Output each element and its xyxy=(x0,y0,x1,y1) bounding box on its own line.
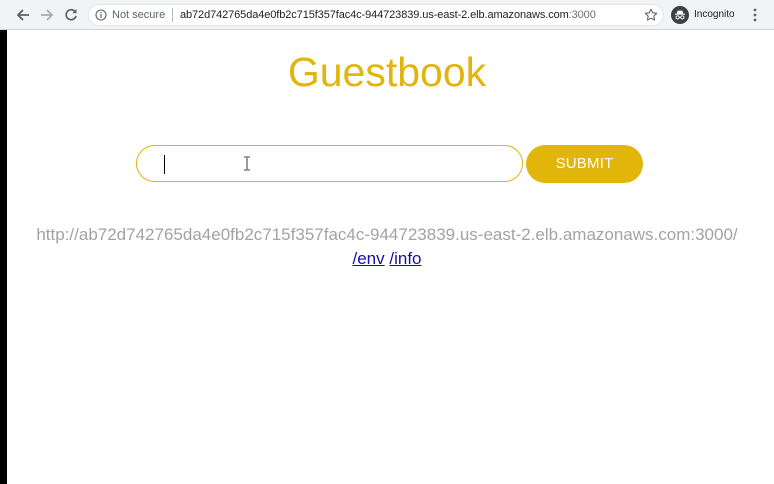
browser-window: Not secure ab72d742765da4e0fb2c715f357fa… xyxy=(0,0,774,484)
menu-icon[interactable] xyxy=(750,7,760,23)
env-link[interactable]: /env xyxy=(352,249,384,268)
back-button[interactable] xyxy=(12,4,34,26)
star-icon[interactable] xyxy=(644,8,658,22)
text-caret xyxy=(164,155,165,174)
address-divider xyxy=(172,8,173,22)
host-url: http://ab72d742765da4e0fb2c715f357fac4c-… xyxy=(36,225,738,244)
info-link[interactable]: /info xyxy=(389,249,421,268)
reload-button[interactable] xyxy=(60,4,82,26)
forward-icon xyxy=(41,9,54,21)
browser-toolbar: Not secure ab72d742765da4e0fb2c715f357fa… xyxy=(0,0,774,30)
incognito-icon[interactable] xyxy=(671,6,689,24)
info-icon[interactable] xyxy=(95,9,107,21)
ibeam-cursor-icon xyxy=(244,156,250,171)
submit-button[interactable]: SUBMIT xyxy=(526,145,643,183)
url-host: ab72d742765da4e0fb2c715f357fac4c-9447238… xyxy=(180,9,569,21)
reload-icon xyxy=(65,8,77,21)
back-icon xyxy=(16,9,29,21)
page-links: /env /info xyxy=(0,249,774,269)
guestbook-entry-input[interactable] xyxy=(136,145,523,182)
forward-button[interactable] xyxy=(36,4,58,26)
url-port: :3000 xyxy=(568,9,596,21)
address-bar[interactable]: Not secure ab72d742765da4e0fb2c715f357fa… xyxy=(88,4,664,26)
incognito-label[interactable]: Incognito xyxy=(694,8,735,21)
security-status[interactable]: Not secure xyxy=(112,8,165,22)
page-title: Guestbook xyxy=(287,49,487,95)
url-text[interactable]: ab72d742765da4e0fb2c715f357fac4c-9447238… xyxy=(180,8,596,22)
